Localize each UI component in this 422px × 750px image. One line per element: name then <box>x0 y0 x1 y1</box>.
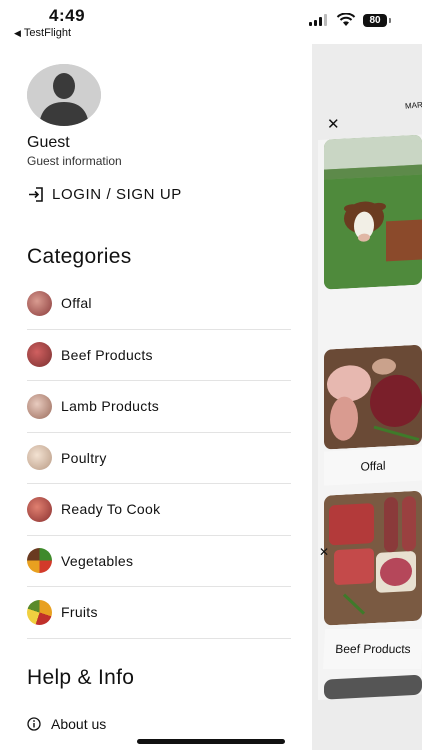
help-item-label: About us <box>51 716 107 732</box>
category-card-image-beef[interactable] <box>324 490 422 626</box>
category-item-beef-products[interactable]: Beef Products <box>27 330 291 381</box>
close-drawer-icon[interactable]: ✕ <box>327 115 340 133</box>
category-label: Vegetables <box>61 552 134 569</box>
category-label: Fruits <box>61 604 98 621</box>
help-info-heading: Help & Info <box>27 666 135 689</box>
status-time: 4:49 <box>49 6 86 25</box>
user-name: Guest <box>27 134 70 151</box>
battery-icon: 80 <box>363 14 387 27</box>
main-content-peek: Offal Beef Products <box>318 134 422 701</box>
back-app-label: TestFlight <box>23 27 71 39</box>
close-icon-secondary[interactable]: ✕ <box>319 545 329 559</box>
category-card-label-beef[interactable]: Beef Products <box>323 629 422 670</box>
category-item-fruits[interactable]: Fruits <box>27 587 291 639</box>
category-item-vegetables[interactable]: Vegetables <box>27 536 291 587</box>
cellular-signal-icon <box>309 14 329 26</box>
category-item-ready-to-cook[interactable]: Ready To Cook <box>27 484 291 536</box>
category-label: Offal <box>61 295 92 312</box>
back-triangle-icon: ◀ <box>14 28 21 38</box>
category-thumbnail <box>27 290 52 316</box>
hero-banner-image[interactable] <box>324 134 422 290</box>
navigation-drawer: Guest Guest information LOGIN / SIGN UP … <box>0 44 312 750</box>
category-list: Offal Beef Products Lamb Products Poultr… <box>27 278 291 639</box>
category-thumbnail <box>27 599 52 625</box>
category-item-lamb-products[interactable]: Lamb Products <box>27 381 291 433</box>
category-label: Ready To Cook <box>61 501 161 518</box>
info-icon <box>27 717 41 731</box>
status-bar: 4:49 ◀ TestFlight 80 <box>0 0 422 44</box>
category-label: Poultry <box>61 449 107 466</box>
category-thumbnail <box>27 393 52 419</box>
battery-tip <box>389 18 391 23</box>
login-signup-button[interactable]: LOGIN / SIGN UP <box>27 183 182 205</box>
back-to-testflight-link[interactable]: ◀ TestFlight <box>14 27 71 39</box>
home-indicator[interactable] <box>137 739 285 744</box>
category-item-poultry[interactable]: Poultry <box>27 433 291 484</box>
category-thumbnail <box>27 548 52 574</box>
wifi-icon <box>336 13 356 26</box>
avatar[interactable] <box>27 64 101 126</box>
help-item-about-us[interactable]: About us <box>27 716 106 732</box>
header-text-fragment: MAR <box>404 100 422 111</box>
category-card-image-offal[interactable] <box>324 344 422 450</box>
category-card-label-offal[interactable]: Offal <box>324 446 422 486</box>
category-label: Lamb Products <box>61 398 160 415</box>
login-signup-label: LOGIN / SIGN UP <box>52 185 182 203</box>
category-label: Beef Products <box>61 346 153 363</box>
login-icon <box>29 186 43 202</box>
category-thumbnail <box>27 496 52 522</box>
category-thumbnail <box>27 445 52 471</box>
user-subtitle: Guest information <box>27 154 122 168</box>
category-item-offal[interactable]: Offal <box>27 278 291 330</box>
category-thumbnail <box>27 342 52 368</box>
categories-heading: Categories <box>27 245 132 268</box>
